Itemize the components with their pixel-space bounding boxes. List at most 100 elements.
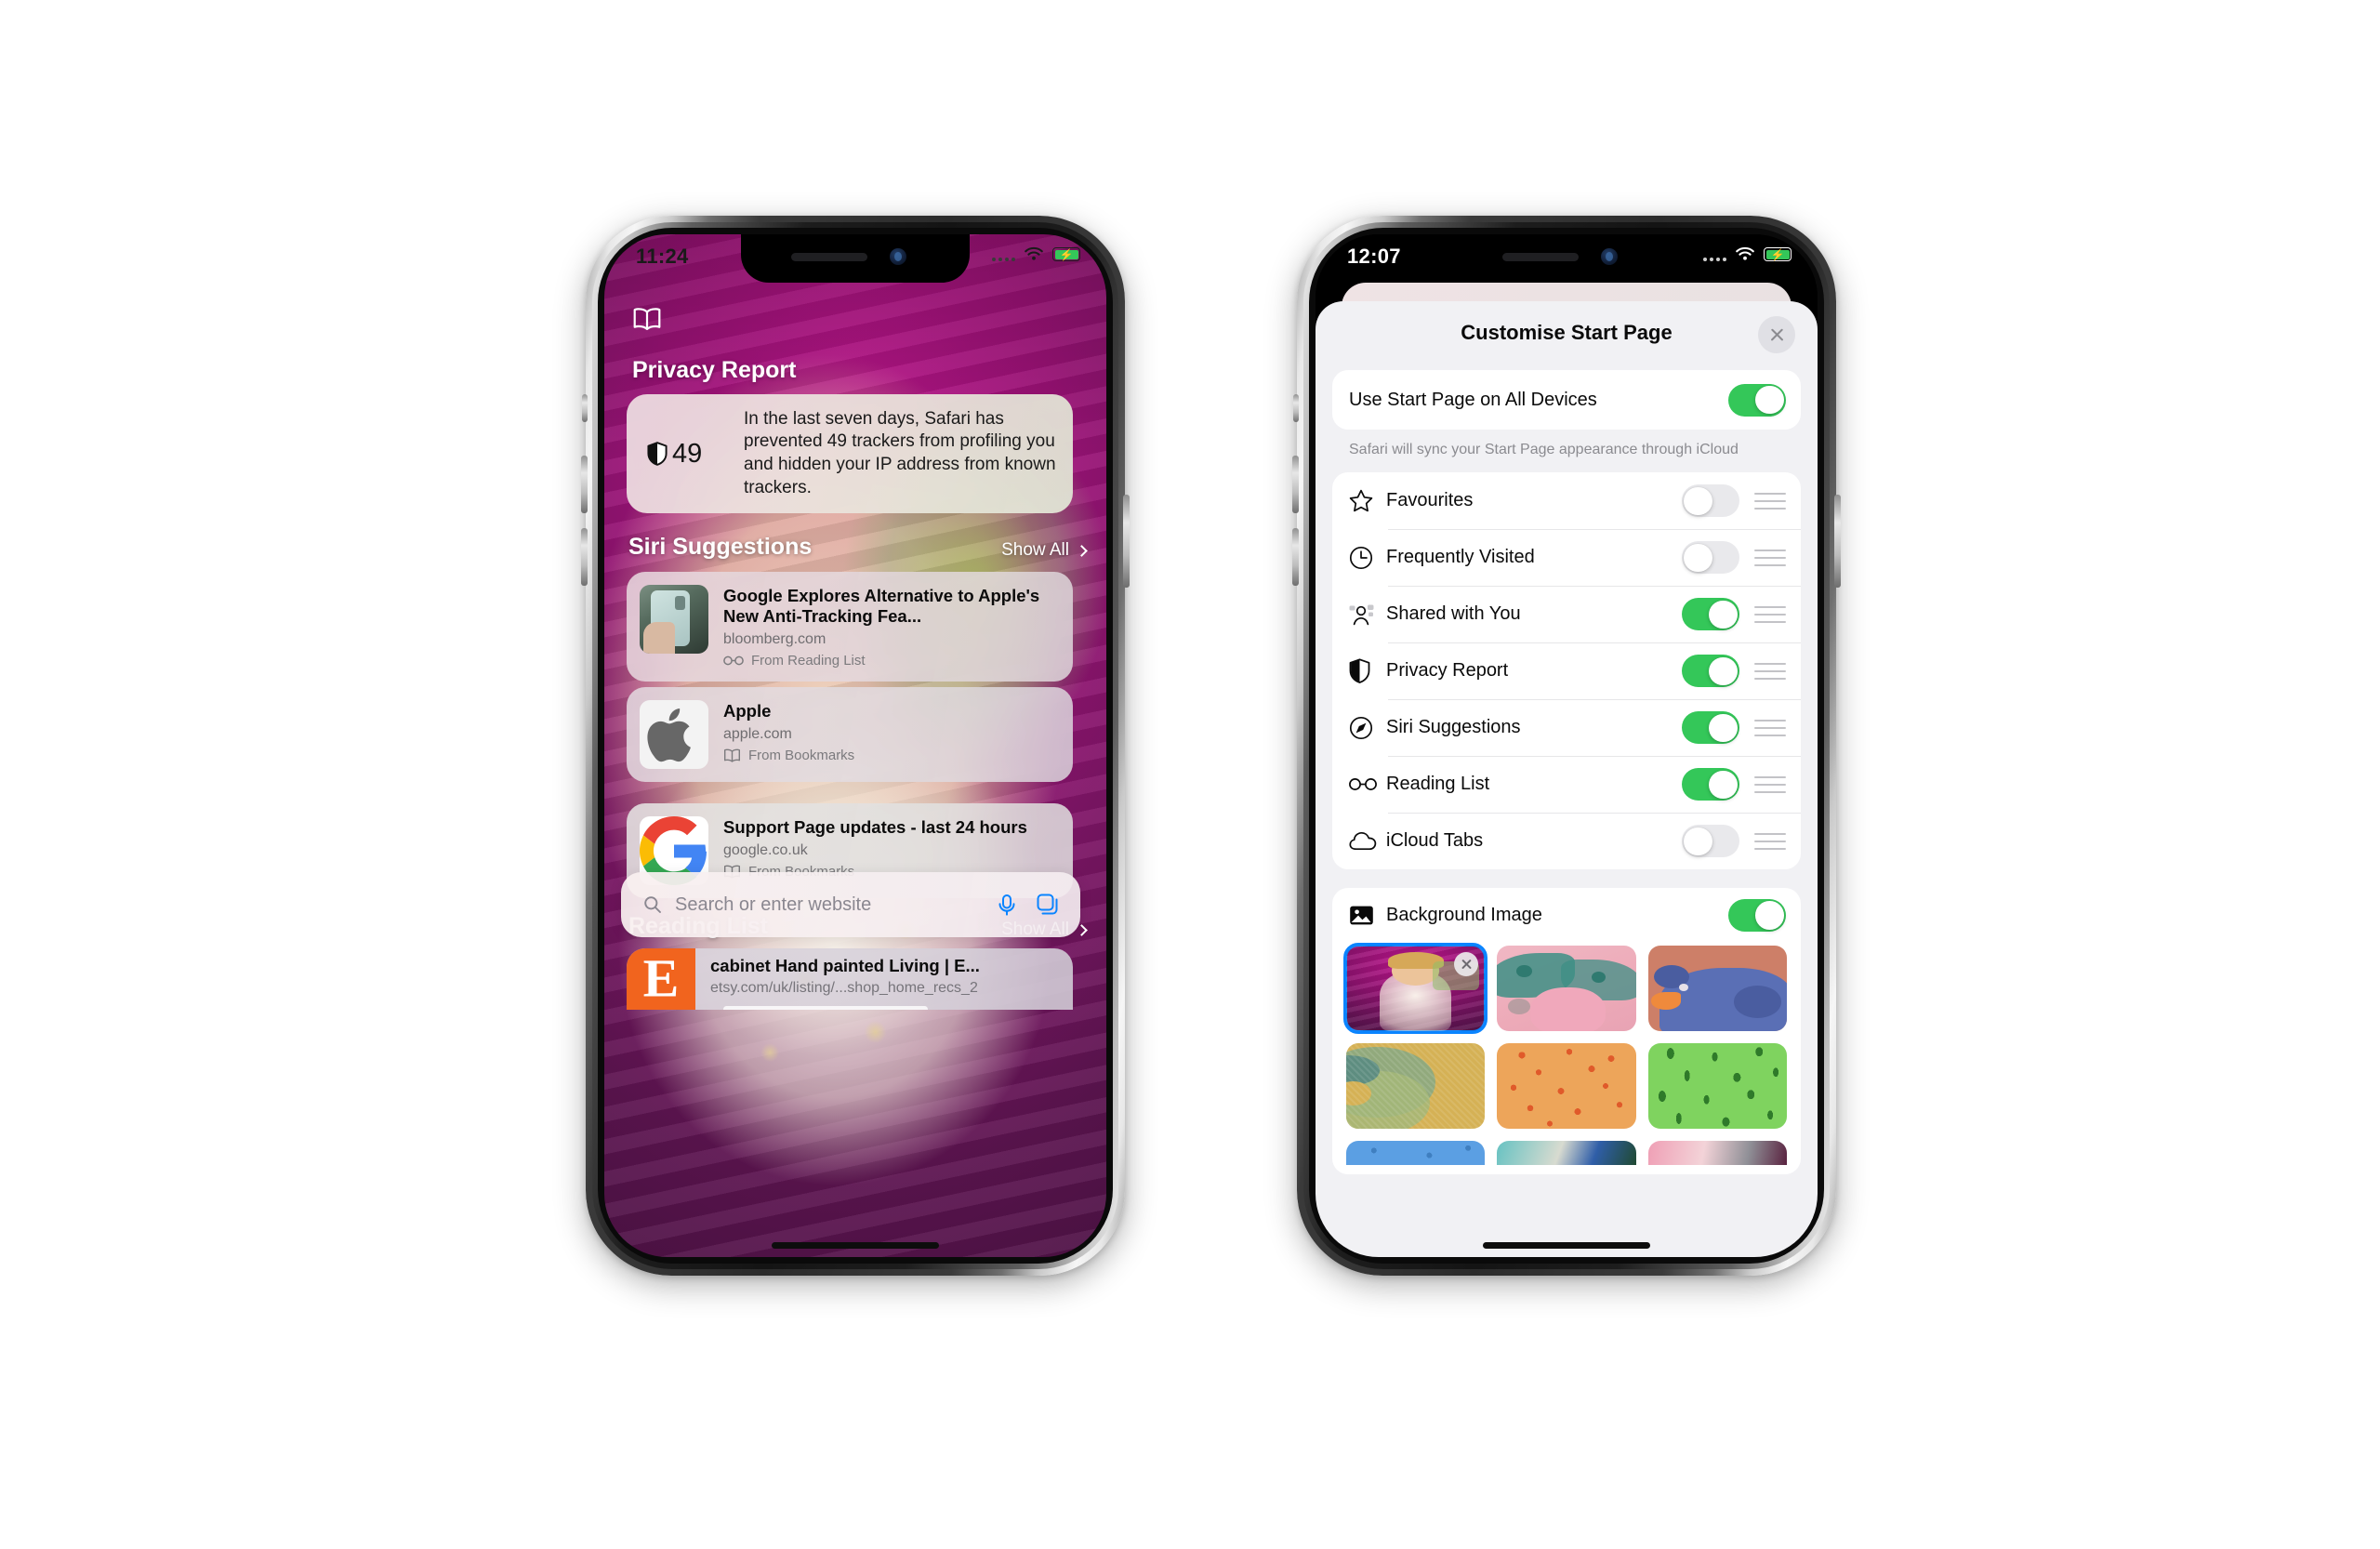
compass-icon xyxy=(1349,716,1381,740)
thumbnail-bear-terracotta[interactable] xyxy=(1647,946,1787,1032)
thumbnail-custom-photo-toddler[interactable] xyxy=(1342,943,1488,1035)
right-phone-screen: 12:07 ⚡ Customise Start Page Use Start P… xyxy=(1316,234,1818,1257)
suggestion-url: apple.com xyxy=(723,726,792,743)
notch xyxy=(741,234,970,283)
earpiece-speaker xyxy=(791,253,867,261)
tracker-count: 49 xyxy=(647,439,744,470)
row-frequently-visited[interactable]: Frequently Visited xyxy=(1332,529,1801,586)
reading-list-item-url: etsy.com/uk/listing/...shop_home_recs_2 xyxy=(710,980,978,996)
thumbnail-folds-pink[interactable] xyxy=(1647,1141,1787,1166)
left-phone-screen: 11:24 ⚡ Privacy Report 49 In the last se… xyxy=(604,234,1106,1257)
toggle-knob xyxy=(1709,713,1738,743)
row-label: iCloud Tabs xyxy=(1386,830,1484,852)
toggle-knob xyxy=(1755,385,1784,415)
shield-icon xyxy=(1349,658,1381,684)
row-icloud-tabs[interactable]: iCloud Tabs xyxy=(1332,813,1801,869)
suggestion-body: Google Explores Alternative to Apple's N… xyxy=(723,585,1056,669)
row-toggle[interactable] xyxy=(1682,484,1739,518)
close-icon xyxy=(1769,327,1785,343)
suggestion-title: Apple xyxy=(723,701,772,721)
row-use-start-page-all-devices[interactable]: Use Start Page on All Devices xyxy=(1332,370,1801,430)
etsy-logo-icon: E xyxy=(627,948,695,1010)
battery-charging-icon: ⚡ xyxy=(1764,247,1792,261)
apple-logo-icon xyxy=(647,708,691,762)
shield-icon xyxy=(647,442,668,466)
sheet-header: Customise Start Page xyxy=(1316,301,1818,370)
row-toggle[interactable] xyxy=(1682,768,1739,801)
drag-handle-icon[interactable] xyxy=(1754,719,1786,737)
volume-up-button[interactable] xyxy=(581,456,588,513)
suggestion-card[interactable]: Apple apple.com From Bookmarks xyxy=(627,687,1073,782)
thumbnail-abstract-olive[interactable] xyxy=(1346,1043,1486,1130)
reading-list-item-body: cabinet Hand painted Living | E... etsy.… xyxy=(710,948,1073,1010)
thumbnail-leaves-green[interactable] xyxy=(1647,1043,1787,1130)
row-toggle[interactable] xyxy=(1682,825,1739,858)
volume-up-button[interactable] xyxy=(1292,456,1299,513)
suggestion-card[interactable]: Google Explores Alternative to Apple's N… xyxy=(627,572,1073,682)
sync-toggle[interactable] xyxy=(1728,383,1786,417)
phone-left: 11:24 ⚡ Privacy Report 49 In the last se… xyxy=(581,216,1130,1276)
row-label: Privacy Report xyxy=(1386,660,1509,682)
drag-handle-icon[interactable] xyxy=(1754,605,1786,624)
earpiece-speaker xyxy=(1502,253,1579,261)
reading-list-item-title: cabinet Hand painted Living | E... xyxy=(710,956,980,975)
status-time: 11:24 xyxy=(636,245,689,268)
row-toggle[interactable] xyxy=(1682,655,1739,688)
row-shared-with-you[interactable]: Shared with You xyxy=(1332,586,1801,642)
suggestion-source-label: From Bookmarks xyxy=(748,748,855,764)
start-page-content: Privacy Report 49 In the last seven days… xyxy=(604,234,1106,1257)
mute-switch[interactable] xyxy=(582,394,588,422)
row-label: Frequently Visited xyxy=(1386,547,1535,568)
address-bar[interactable]: Search or enter website xyxy=(621,872,1080,937)
drag-handle-icon[interactable] xyxy=(1754,492,1786,510)
suggestion-source: From Reading List xyxy=(723,653,1056,669)
power-button[interactable] xyxy=(1123,495,1130,588)
toggle-knob xyxy=(1709,656,1738,686)
clock-icon xyxy=(1349,546,1381,570)
volume-down-button[interactable] xyxy=(1292,528,1299,586)
suggestion-url: bloomberg.com xyxy=(723,631,826,648)
siri-show-all-button[interactable]: Show All xyxy=(1001,540,1088,561)
reading-list-item[interactable]: E cabinet Hand painted Living | E... ets… xyxy=(627,948,1073,1010)
row-siri-suggestions[interactable]: Siri Suggestions xyxy=(1332,699,1801,756)
row-toggle[interactable] xyxy=(1682,541,1739,575)
toggle-knob xyxy=(1755,901,1784,930)
volume-down-button[interactable] xyxy=(581,528,588,586)
toggle-knob xyxy=(1709,770,1738,800)
suggestion-thumbnail xyxy=(640,585,708,654)
row-label: Reading List xyxy=(1386,774,1490,795)
screenshot-canvas: 11:24 ⚡ Privacy Report 49 In the last se… xyxy=(0,0,2380,1549)
drag-handle-icon[interactable] xyxy=(1754,662,1786,681)
tabs-icon[interactable] xyxy=(1034,891,1062,919)
row-toggle[interactable] xyxy=(1682,711,1739,745)
thumbnail-pattern-blue[interactable] xyxy=(1346,1141,1486,1166)
search-input[interactable]: Search or enter website xyxy=(675,894,980,916)
drag-handle-icon[interactable] xyxy=(1754,832,1786,851)
siri-show-all-label: Show All xyxy=(1001,540,1069,560)
thumbnail-butterfly-pink[interactable] xyxy=(1497,946,1636,1032)
wifi-icon xyxy=(1735,246,1755,262)
chevron-right-icon xyxy=(1076,544,1088,557)
thumbnail-stripes-teal[interactable] xyxy=(1497,1141,1636,1166)
scroll-indicator xyxy=(723,1006,928,1010)
suggestion-source: From Bookmarks xyxy=(723,748,1056,763)
bookmarks-icon[interactable] xyxy=(632,307,662,331)
status-indicators: ⚡ xyxy=(1703,246,1792,262)
row-toggle[interactable] xyxy=(1682,598,1739,631)
power-button[interactable] xyxy=(1834,495,1841,588)
thumbnail-dots-orange[interactable] xyxy=(1497,1043,1636,1130)
row-reading-list[interactable]: Reading List xyxy=(1332,756,1801,813)
row-background-image[interactable]: Background Image xyxy=(1332,888,1801,942)
row-favourites[interactable]: Favourites xyxy=(1332,472,1801,529)
drag-handle-icon[interactable] xyxy=(1754,775,1786,794)
suggestion-url: google.co.uk xyxy=(723,842,808,859)
background-image-toggle[interactable] xyxy=(1728,898,1786,932)
microphone-icon[interactable] xyxy=(993,891,1021,919)
privacy-report-card[interactable]: 49 In the last seven days, Safari has pr… xyxy=(627,394,1073,513)
row-privacy-report[interactable]: Privacy Report xyxy=(1332,642,1801,699)
row-label: Siri Suggestions xyxy=(1386,717,1521,738)
drag-handle-icon[interactable] xyxy=(1754,549,1786,567)
glasses-icon xyxy=(1349,777,1381,791)
close-button[interactable] xyxy=(1758,316,1795,353)
mute-switch[interactable] xyxy=(1293,394,1299,422)
